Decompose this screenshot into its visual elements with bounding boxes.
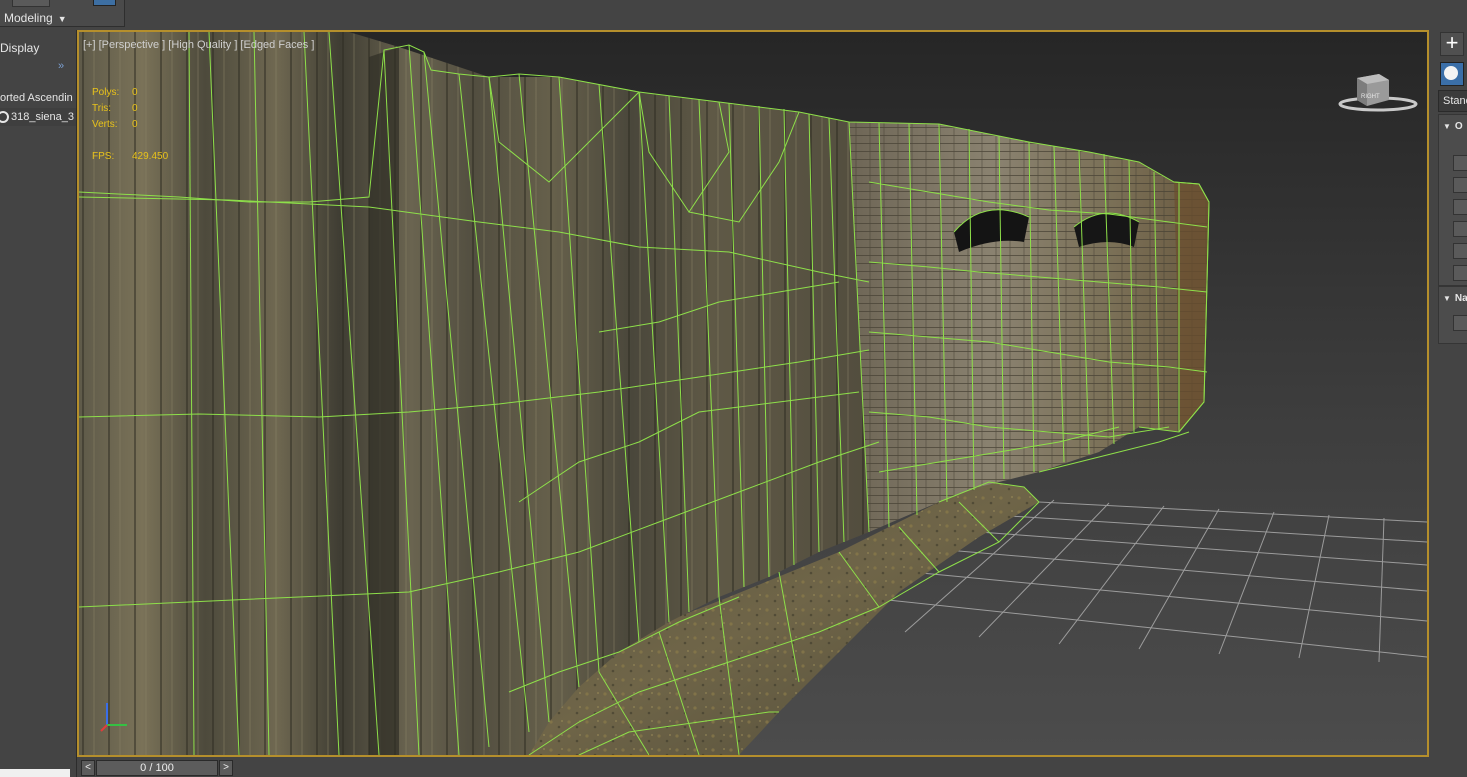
viewcube-icon[interactable]: RIGHT bbox=[1337, 70, 1419, 118]
chevron-down-icon: ▼ bbox=[57, 14, 67, 24]
name-color-rollout: ▼ Na bbox=[1438, 286, 1467, 344]
stat-polys-value: 0 bbox=[132, 87, 138, 98]
scene-object-row[interactable]: 318_siena_3 bbox=[0, 108, 76, 126]
display-tab[interactable]: Display bbox=[0, 41, 39, 55]
rollout-title: Na bbox=[1454, 293, 1467, 304]
scene-explorer: Display » orted Ascendin 318_siena_3 bbox=[0, 30, 77, 777]
scene-object-name: 318_siena_3 bbox=[11, 111, 75, 123]
rollout-title: O bbox=[1454, 121, 1463, 132]
workspace-mode-dropdown[interactable]: Modeling ▼ bbox=[4, 11, 67, 25]
object-type-button[interactable] bbox=[1453, 177, 1467, 193]
ribbon-panel: Modeling ▼ bbox=[0, 0, 125, 27]
viewcube-face-label: RIGHT bbox=[1361, 94, 1380, 100]
time-next-button[interactable]: > bbox=[219, 760, 233, 776]
object-type-button[interactable] bbox=[1453, 243, 1467, 259]
ribbon-toggle-button[interactable] bbox=[93, 0, 116, 6]
object-type-button[interactable] bbox=[1453, 199, 1467, 215]
object-type-button[interactable] bbox=[1453, 221, 1467, 237]
name-field[interactable] bbox=[1453, 315, 1467, 331]
workspace-mode-label: Modeling bbox=[4, 11, 53, 25]
ribbon-button[interactable] bbox=[12, 0, 50, 7]
stat-fps-value: 429.450 bbox=[132, 151, 169, 162]
horizontal-scrollbar[interactable] bbox=[0, 769, 70, 777]
stat-verts-value: 0 bbox=[132, 119, 138, 130]
viewport-label-menu[interactable]: [+] [Perspective ] [High Quality ] [Edge… bbox=[83, 39, 314, 51]
primitive-category-dropdown[interactable]: Stanc bbox=[1438, 90, 1467, 112]
command-panel: + Stanc ▼O ▼Na bbox=[1431, 30, 1467, 777]
object-visibility-icon[interactable] bbox=[0, 111, 9, 123]
stat-verts-label: Verts: bbox=[92, 119, 118, 130]
sort-column-header[interactable]: orted Ascendin bbox=[0, 92, 73, 104]
collapse-triangle-icon: ▼ bbox=[1443, 294, 1451, 303]
collapse-triangle-icon: ▼ bbox=[1443, 122, 1451, 131]
rollout-header-name-color[interactable]: ▼ Na bbox=[1443, 293, 1467, 304]
expand-icon[interactable]: » bbox=[58, 60, 64, 72]
stat-polys-label: Polys: bbox=[92, 87, 120, 98]
object-type-rollout: ▼ O bbox=[1438, 114, 1467, 286]
object-type-button[interactable] bbox=[1453, 265, 1467, 281]
sphere-icon bbox=[1444, 66, 1458, 80]
create-tab-button[interactable]: + bbox=[1440, 32, 1464, 56]
geometry-category-button[interactable] bbox=[1440, 62, 1464, 86]
top-toolbar: Modeling ▼ bbox=[0, 0, 1467, 30]
time-prev-button[interactable]: < bbox=[81, 760, 95, 776]
time-slider[interactable]: 0 / 100 bbox=[96, 760, 218, 776]
stat-tris-label: Tris: bbox=[92, 103, 112, 114]
timeline-bar: < 0 / 100 > bbox=[77, 757, 1467, 777]
perspective-viewport[interactable]: [+] [Perspective ] [High Quality ] [Edge… bbox=[77, 30, 1429, 757]
rollout-header-object-type[interactable]: ▼ O bbox=[1443, 121, 1463, 132]
axis-tripod-icon bbox=[100, 703, 127, 732]
stat-tris-value: 0 bbox=[132, 103, 138, 114]
object-type-button[interactable] bbox=[1453, 155, 1467, 171]
stat-fps-label: FPS: bbox=[92, 151, 115, 162]
scene-render bbox=[79, 32, 1427, 755]
